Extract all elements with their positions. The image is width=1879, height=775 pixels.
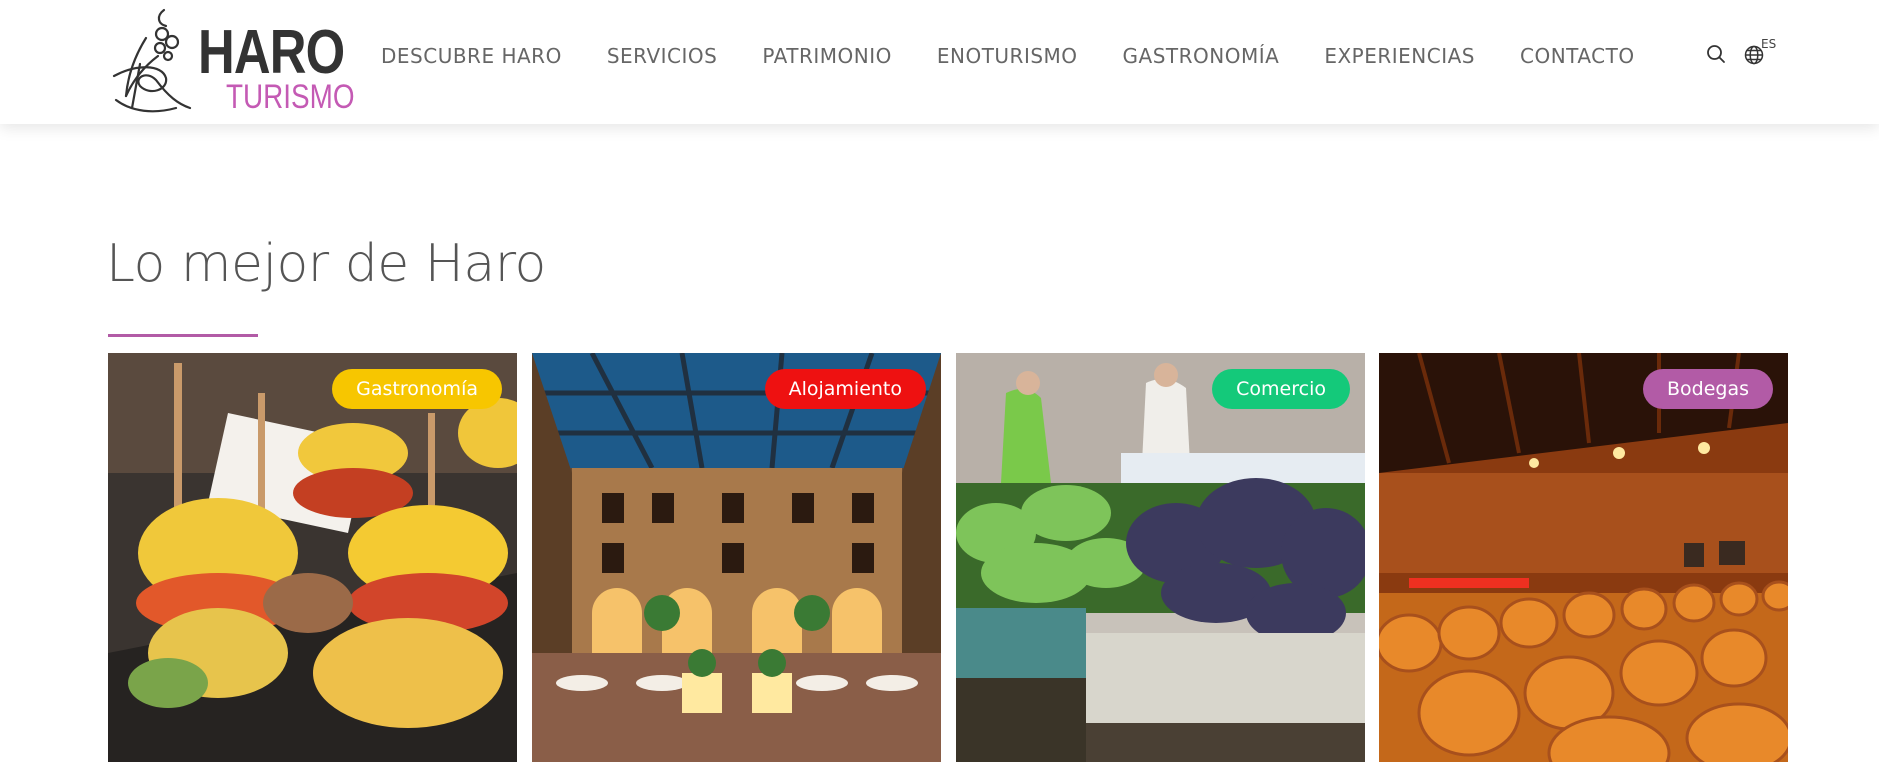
- nav-item-gastronomia[interactable]: GASTRONOMÍA: [1123, 44, 1280, 70]
- logo-grape-monogram-icon: [112, 8, 192, 113]
- nav-item-patrimonio[interactable]: PATRIMONIO: [762, 44, 892, 70]
- card-alojamiento[interactable]: Alojamiento: [532, 353, 941, 762]
- nav-item-contacto[interactable]: CONTACTO: [1520, 44, 1635, 70]
- comercio-photo: [956, 353, 1365, 762]
- card-comercio[interactable]: Comercio: [956, 353, 1365, 762]
- section-title: Lo mejor de Haro: [106, 234, 546, 294]
- nav-item-experiencias[interactable]: EXPERIENCIAS: [1324, 44, 1475, 70]
- main-nav: DESCUBRE HARO SERVICIOS PATRIMONIO ENOTU…: [381, 44, 1635, 70]
- search-icon[interactable]: [1706, 44, 1726, 64]
- nav-item-enoturismo[interactable]: ENOTURISMO: [937, 44, 1078, 70]
- nav-item-servicios[interactable]: SERVICIOS: [607, 44, 718, 70]
- category-badge-bodegas[interactable]: Bodegas: [1642, 369, 1773, 409]
- logo-subtitle: TURISMO: [226, 78, 355, 116]
- logo-title: HARO: [198, 18, 345, 87]
- title-underline: [108, 334, 258, 337]
- gastronomia-photo: [108, 353, 517, 762]
- category-badge-alojamiento[interactable]: Alojamiento: [764, 369, 926, 409]
- category-badge-gastronomia[interactable]: Gastronomía: [332, 369, 502, 409]
- card-gastronomia[interactable]: Gastronomía: [108, 353, 517, 762]
- language-label[interactable]: ES: [1761, 37, 1776, 51]
- alojamiento-photo: [532, 353, 941, 762]
- site-header: HARO TURISMO DESCUBRE HARO SERVICIOS PAT…: [0, 0, 1879, 124]
- bodegas-photo: [1379, 353, 1788, 762]
- haro-turismo-logo[interactable]: HARO TURISMO: [106, 4, 355, 118]
- nav-item-descubre-haro[interactable]: DESCUBRE HARO: [381, 44, 562, 70]
- category-badge-comercio[interactable]: Comercio: [1212, 369, 1350, 409]
- card-bodegas[interactable]: Bodegas: [1379, 353, 1788, 762]
